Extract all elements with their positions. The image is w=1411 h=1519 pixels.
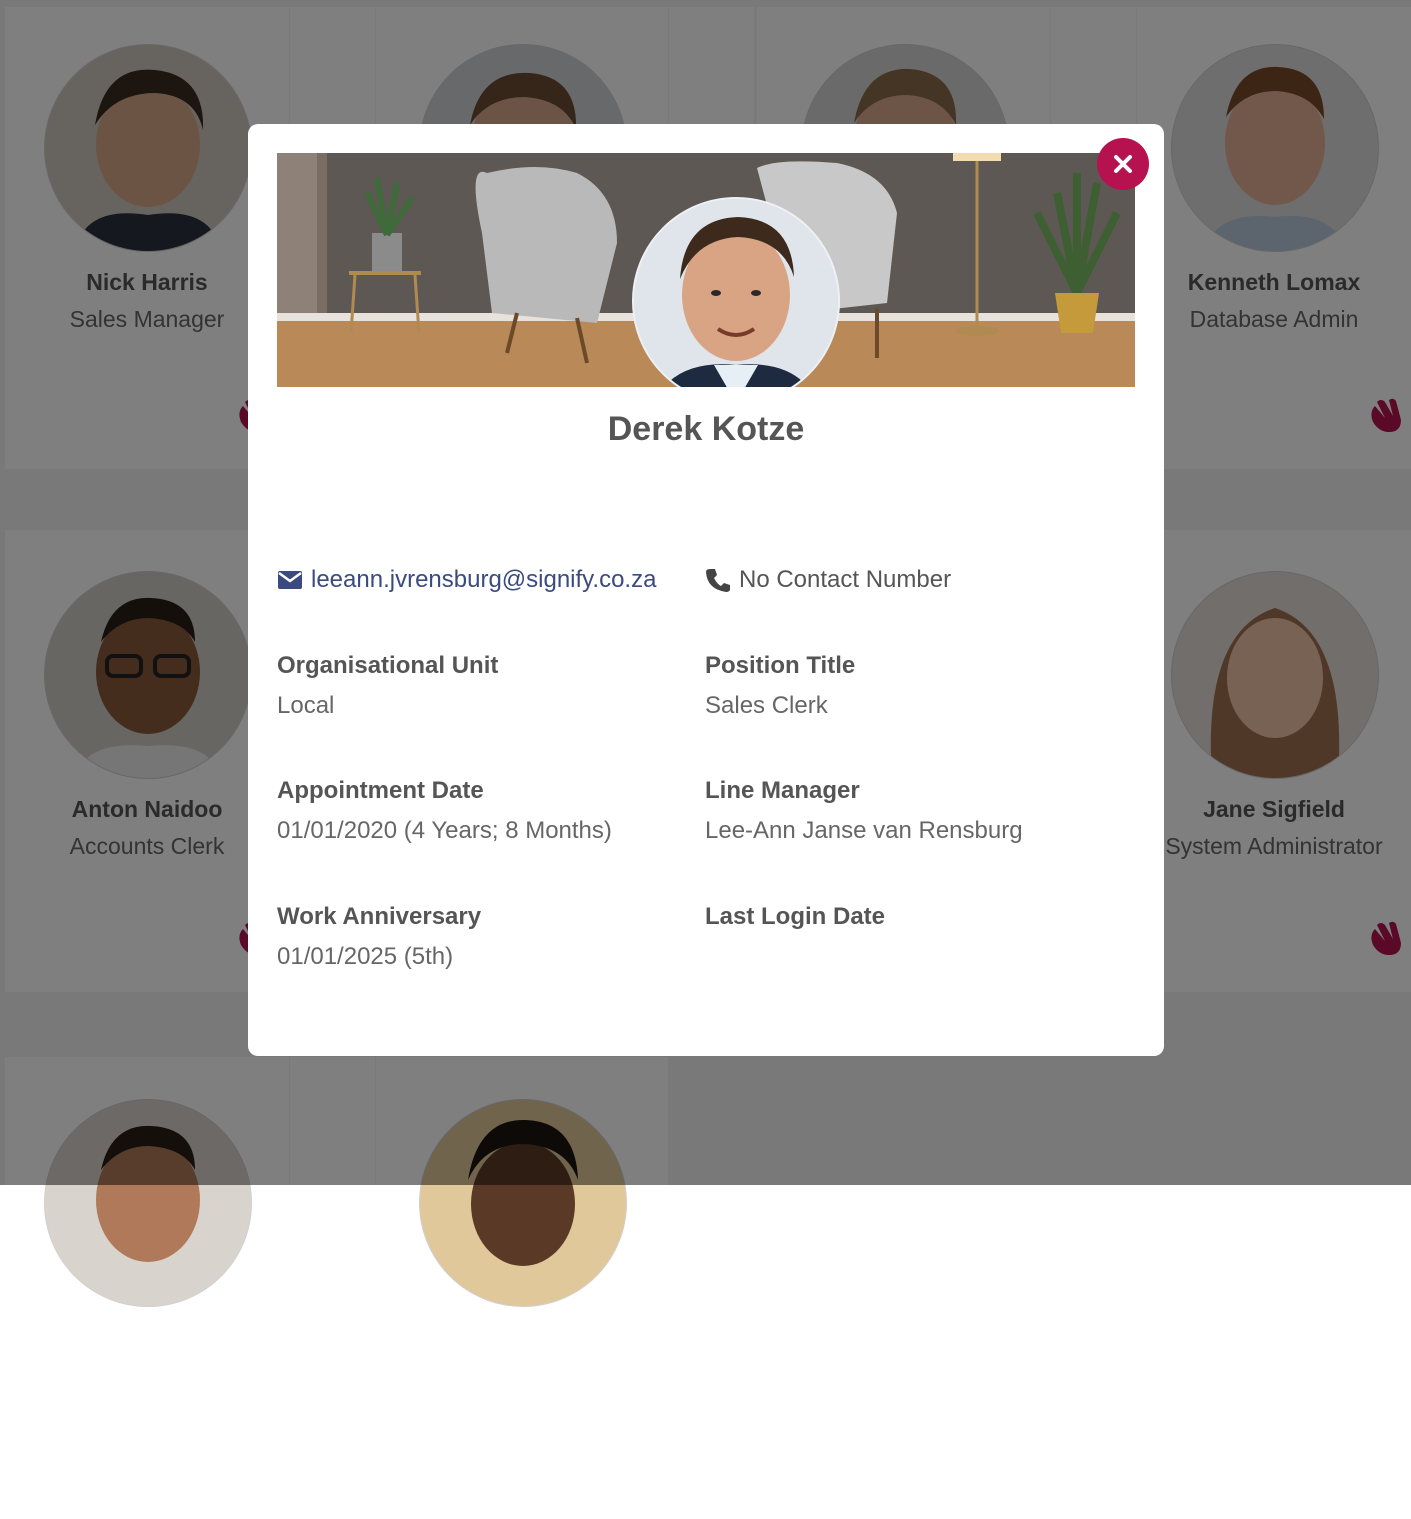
phone-text: No Contact Number [739,566,952,593]
email-link[interactable]: leeann.jvrensburg@signify.co.za [277,566,656,594]
field-value: Local [277,692,335,719]
profile-modal: Derek Kotze leeann.jvrensburg@signify.co… [248,124,1164,1056]
field-line-manager: Line Manager Lee-Ann Janse van Rensburg [705,777,1125,845]
profile-name: Derek Kotze [607,410,805,448]
envelope-icon [278,571,302,589]
field-label: Work Anniversary [277,903,482,930]
field-label: Last Login Date [705,903,886,930]
field-value: Lee-Ann Janse van Rensburg [705,817,1023,844]
field-last-login-date: Last Login Date [705,903,1125,943]
field-value: 01/01/2020 (4 Years; 8 Months) [277,817,612,844]
field-value: Sales Clerk [705,692,828,719]
field-position-title: Position Title Sales Clerk [705,652,1125,720]
profile-banner-image [277,153,1135,387]
field-work-anniversary: Work Anniversary 01/01/2025 (5th) [277,903,697,971]
field-value: 01/01/2025 (5th) [277,943,454,970]
field-label: Appointment Date [277,777,484,804]
field-label: Line Manager [705,777,860,804]
field-organisational-unit: Organisational Unit Local [277,652,697,720]
field-appointment-date: Appointment Date 01/01/2020 (4 Years; 8 … [277,777,697,845]
field-label: Organisational Unit [277,652,499,679]
field-label: Position Title [705,652,856,679]
phone-icon [706,569,730,592]
close-icon [1114,155,1132,173]
phone-contact: No Contact Number [705,566,951,594]
close-button[interactable] [1097,138,1149,190]
email-text[interactable]: leeann.jvrensburg@signify.co.za [311,566,656,594]
